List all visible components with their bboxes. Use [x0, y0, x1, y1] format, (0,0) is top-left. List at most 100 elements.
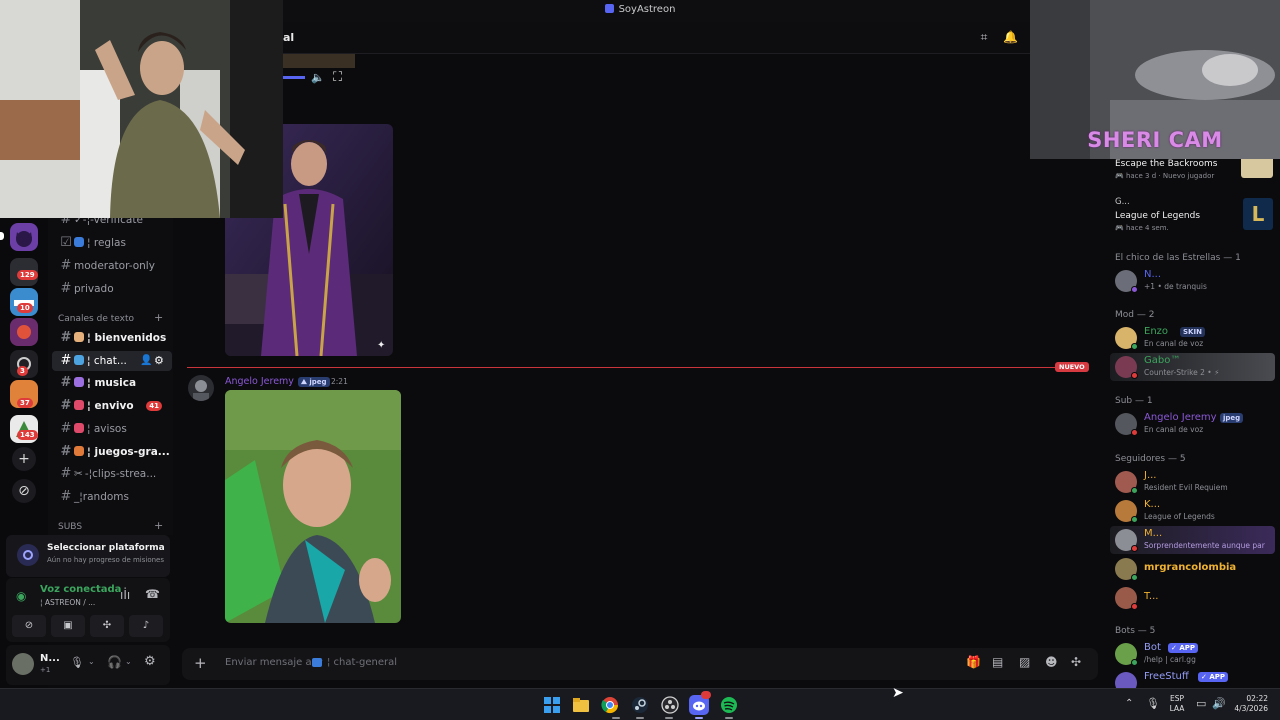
message-composer[interactable]: + Enviar mensaje a # ¦ chat-general 🎁 ▤ …: [182, 648, 1098, 680]
gear-icon[interactable]: ⚙: [154, 351, 164, 371]
camera-off-button[interactable]: ⊘: [12, 615, 46, 637]
status-dot: [1131, 659, 1138, 666]
chevron-up-icon[interactable]: ⌃: [1125, 698, 1133, 709]
category-label[interactable]: SUBS: [58, 522, 82, 532]
discover-icon[interactable]: ⊘: [12, 479, 36, 503]
channel-item[interactable]: # ¦ bienvenidos: [52, 328, 172, 348]
server-icon[interactable]: [10, 318, 38, 346]
settings-gear-icon[interactable]: ⚙: [144, 654, 156, 669]
steam-icon[interactable]: [630, 695, 650, 715]
game-thumbnail: [1241, 156, 1273, 178]
noise-suppression-icon[interactable]: ıİı: [120, 588, 130, 602]
microphone-icon[interactable]: 🎙: [70, 656, 84, 669]
channel-item[interactable]: # ¦ avisos: [52, 419, 172, 439]
voice-channel[interactable]: ¦ ASTREON / ...: [40, 598, 95, 607]
mouse-cursor-icon: ➤: [892, 685, 904, 701]
running-indicator: [636, 717, 644, 719]
file-explorer-icon[interactable]: [571, 695, 591, 715]
sparkle-icon[interactable]: ✦: [377, 340, 385, 351]
member-item[interactable]: J... Resident Evil Requiem: [1110, 468, 1275, 496]
member-item[interactable]: Bot ✓ APP /help | carl.gg: [1110, 640, 1275, 668]
chevron-down-icon[interactable]: ⌄: [125, 657, 132, 666]
microphone-icon[interactable]: 🎙: [1146, 697, 1160, 710]
member-item[interactable]: T...: [1110, 584, 1275, 612]
activity-user: G...: [1115, 197, 1130, 207]
running-indicator: [695, 717, 703, 719]
video-embed-top: [275, 54, 355, 68]
member-item[interactable]: Gabo™ Counter-Strike 2 • ⚡: [1110, 353, 1275, 381]
language-indicator[interactable]: ESP LAA: [1164, 694, 1190, 714]
quest-title: Seleccionar plataforma: [47, 543, 165, 553]
invite-icon[interactable]: 👤: [140, 351, 152, 371]
channel-title: al: [283, 31, 295, 44]
hash-icon: #: [60, 375, 72, 390]
user-panel: N... +1 🎙 ⌄ 🎧 ⌄ ⚙: [6, 645, 170, 685]
add-channel-icon[interactable]: +: [154, 311, 163, 324]
member-item[interactable]: M... Sorprendentemente aunque par: [1110, 526, 1275, 554]
channel-item[interactable]: # moderator-only: [52, 256, 172, 276]
apps-icon[interactable]: ✣: [1071, 655, 1081, 669]
server-tag[interactable]: ⛰ jpeg: [298, 377, 330, 387]
threads-icon[interactable]: ⌗: [977, 30, 991, 44]
avatar[interactable]: [188, 375, 214, 401]
channel-item-active[interactable]: # ¦ chat... 👤 ⚙: [52, 351, 172, 371]
discord-icon[interactable]: [689, 691, 711, 715]
activity-card[interactable]: G... League of Legends 🎮 hace 4 sem. L: [1110, 194, 1275, 234]
member-item[interactable]: Enzo SKIN En canal de voz: [1110, 324, 1275, 352]
activity-card[interactable]: Escape the Backrooms 🎮 hace 3 d · Nuevo …: [1110, 156, 1275, 186]
status-dot: [1131, 372, 1138, 379]
bell-icon[interactable]: 🔔: [1003, 30, 1018, 44]
new-label: NUEVO: [1055, 362, 1089, 372]
category-label[interactable]: Canales de texto: [58, 314, 134, 324]
volume-icon[interactable]: 🔈: [311, 71, 325, 84]
headphones-icon[interactable]: 🎧: [107, 655, 122, 669]
message-author[interactable]: Angelo Jeremy: [225, 376, 294, 387]
status-dot: [1131, 516, 1138, 523]
spotify-icon[interactable]: [719, 695, 739, 715]
chevron-down-icon[interactable]: ⌄: [88, 657, 95, 666]
clock[interactable]: 02:22 4/3/2026: [1228, 694, 1268, 714]
gift-icon[interactable]: 🎁: [966, 655, 981, 669]
chrome-icon[interactable]: [600, 695, 620, 715]
add-attachment-icon[interactable]: +: [194, 654, 207, 672]
server-icon[interactable]: [10, 223, 38, 251]
member-group-label: El chico de las Estrellas — 1: [1115, 253, 1241, 263]
channel-item[interactable]: ☑ ¦ reglas: [52, 233, 172, 253]
member-item[interactable]: N... +1 • de tranquis: [1110, 267, 1275, 295]
fullscreen-icon[interactable]: ⛶: [333, 70, 342, 85]
channel-item[interactable]: # _¦randoms: [52, 487, 172, 507]
status-dot: [1131, 429, 1138, 436]
member-item[interactable]: K... League of Legends: [1110, 497, 1275, 525]
screen-share-button[interactable]: ▣: [51, 615, 85, 637]
hash-icon: #: [60, 281, 72, 296]
activities-button[interactable]: ✣: [90, 615, 124, 637]
soundboard-button[interactable]: ♪: [129, 615, 163, 637]
add-server-button[interactable]: +: [12, 447, 36, 471]
volume-icon[interactable]: 🔊: [1212, 697, 1226, 710]
obs-icon[interactable]: [660, 695, 680, 715]
sticker-icon[interactable]: ▨: [1019, 655, 1030, 669]
channel-item[interactable]: # ✂ -¦clips-strea...: [52, 464, 172, 484]
disconnect-icon[interactable]: ☎: [145, 587, 160, 601]
league-logo-icon: L: [1243, 198, 1273, 230]
volume-slider[interactable]: [283, 76, 305, 79]
network-icon[interactable]: ▭: [1196, 697, 1206, 710]
image-attachment[interactable]: [225, 390, 401, 623]
avatar[interactable]: [12, 653, 34, 675]
app-icon: [604, 4, 614, 13]
member-group-label: Mod — 2: [1115, 310, 1155, 320]
channel-item[interactable]: # ¦ envivo 41: [52, 396, 172, 416]
running-indicator: [665, 717, 673, 719]
emoji-icon[interactable]: ☻: [1045, 655, 1058, 669]
start-button[interactable]: [542, 695, 562, 715]
gif-icon[interactable]: ▤: [992, 655, 1003, 669]
hash-icon: #: [60, 466, 72, 481]
quest-panel[interactable]: Seleccionar plataforma Aún no hay progre…: [6, 535, 170, 577]
add-channel-icon[interactable]: +: [154, 519, 163, 532]
member-item[interactable]: mrgrancolombia: [1110, 555, 1275, 583]
member-item[interactable]: Angelo Jeremy jpeg En canal de voz: [1110, 410, 1275, 438]
channel-item[interactable]: # privado: [52, 279, 172, 299]
channel-item[interactable]: # ¦ musica: [52, 373, 172, 393]
quest-icon: [17, 544, 39, 566]
channel-item[interactable]: # ¦ juegos-gra...: [52, 442, 172, 462]
